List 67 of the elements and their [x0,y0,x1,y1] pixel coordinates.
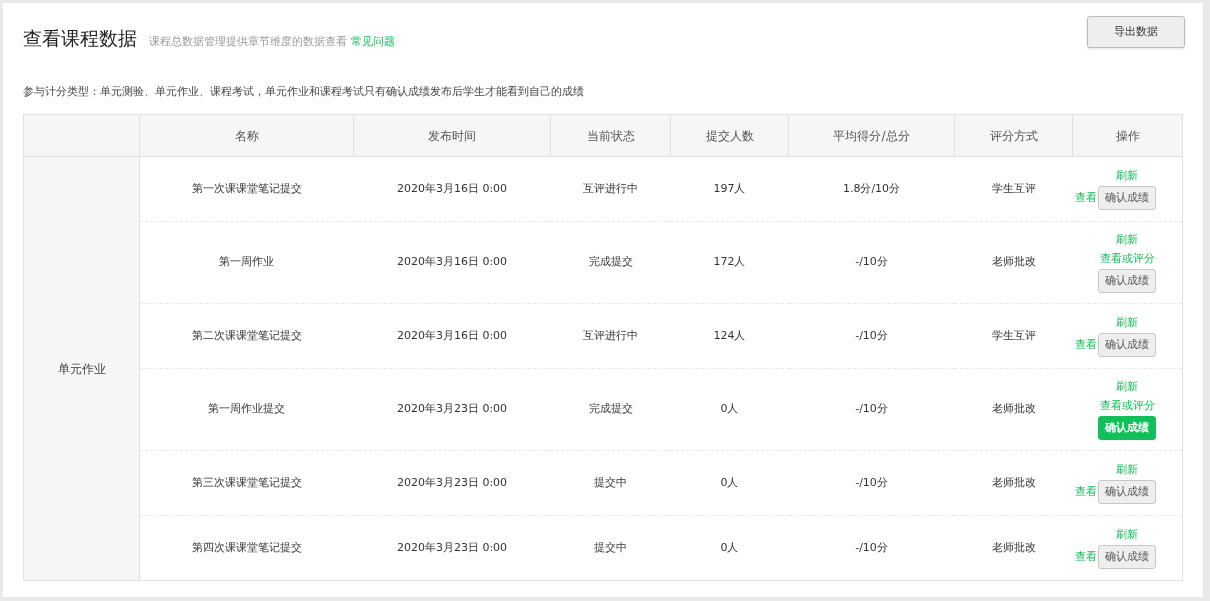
table-cell: 学生互评 [954,303,1073,369]
table-cell: 第四次课课堂笔记提交 [139,515,354,581]
group-cell: 单元作业 [23,156,140,581]
table-cell: 提交中 [550,450,671,516]
table-cell: 学生互评 [954,156,1073,222]
table-cell: 完成提交 [550,368,671,451]
table-cell: 老师批改 [954,450,1073,516]
column-header: 操作 [1072,114,1183,157]
table-cell: 2020年3月23日 0:00 [353,450,551,516]
table-cell: -/10分 [788,450,955,516]
table-cell: -/10分 [788,303,955,369]
table-cell: 完成提交 [550,221,671,304]
table-cell: 2020年3月23日 0:00 [353,368,551,451]
confirm-grades-button[interactable]: 确认成绩 [1097,480,1156,505]
refresh-link[interactable]: 刷新 [1116,379,1139,396]
column-header: 评分方式 [954,114,1073,157]
table-cell: 0人 [670,515,789,581]
refresh-link[interactable]: 刷新 [1116,526,1139,544]
table-cell: 提交中 [550,515,671,581]
help-link[interactable]: 常见问题 [351,34,395,51]
confirm-grades-button[interactable]: 确认成绩 [1098,269,1157,293]
view-link[interactable]: 查看 [1074,549,1097,566]
table-cell: 1.8分/10分 [788,156,955,222]
column-header: 提交人数 [670,114,789,157]
table-cell: 0人 [670,450,789,516]
scoring-note: 参与计分类型：单元测验、单元作业、课程考试，单元作业和课程考试只有确认成绩发布后学生才能看到自己的成绩 [23,83,585,100]
table-cell: 124人 [670,303,789,369]
table-cell: 0人 [670,368,789,451]
view-link[interactable]: 查看或评分 [1099,397,1155,414]
refresh-link[interactable]: 刷新 [1116,461,1139,479]
table-cell: -/10分 [788,515,955,581]
export-button[interactable]: 导出数据 [1087,16,1185,48]
table-cell: 2020年3月16日 0:00 [353,156,551,222]
view-link[interactable]: 查看或评分 [1099,250,1155,267]
table-cell: 第一周作业提交 [139,368,354,451]
page-title: 查看课程数据 [23,26,137,51]
column-header: 当前状态 [550,114,671,157]
confirm-grades-button[interactable]: 确认成绩 [1098,416,1157,440]
table-cell: 第二次课课堂笔记提交 [139,303,354,369]
column-header: 名称 [139,114,354,157]
view-link[interactable]: 查看 [1074,337,1097,354]
table-cell: -/10分 [788,221,955,304]
table-cell: 172人 [670,221,789,304]
column-header: 平均得分/总分 [788,114,955,157]
view-link[interactable]: 查看 [1074,190,1097,207]
table-cell: 197人 [670,156,789,222]
table-cell: 互评进行中 [550,303,671,369]
table-cell: 第三次课课堂笔记提交 [139,450,354,516]
table-cell: 互评进行中 [550,156,671,222]
table-cell: 老师批改 [954,515,1073,581]
table-cell: -/10分 [788,368,955,451]
confirm-grades-button[interactable]: 确认成绩 [1097,186,1156,211]
table-cell: 2020年3月16日 0:00 [353,303,551,369]
table-cell: 2020年3月23日 0:00 [353,515,551,581]
table-cell: 2020年3月16日 0:00 [353,221,551,304]
confirm-grades-button[interactable]: 确认成绩 [1097,545,1156,570]
table-cell: 第一周作业 [139,221,354,304]
confirm-grades-button[interactable]: 确认成绩 [1097,333,1156,358]
refresh-link[interactable]: 刷新 [1116,167,1139,185]
refresh-link[interactable]: 刷新 [1116,314,1139,332]
table-cell: 老师批改 [954,368,1073,451]
table-cell: 老师批改 [954,221,1073,304]
column-header: 发布时间 [353,114,551,157]
refresh-link[interactable]: 刷新 [1116,232,1139,249]
page-subtitle: 课程总数据管理提供章节维度的数据查看 [149,34,347,50]
table-cell: 第一次课课堂笔记提交 [139,156,354,222]
view-link[interactable]: 查看 [1074,484,1097,501]
